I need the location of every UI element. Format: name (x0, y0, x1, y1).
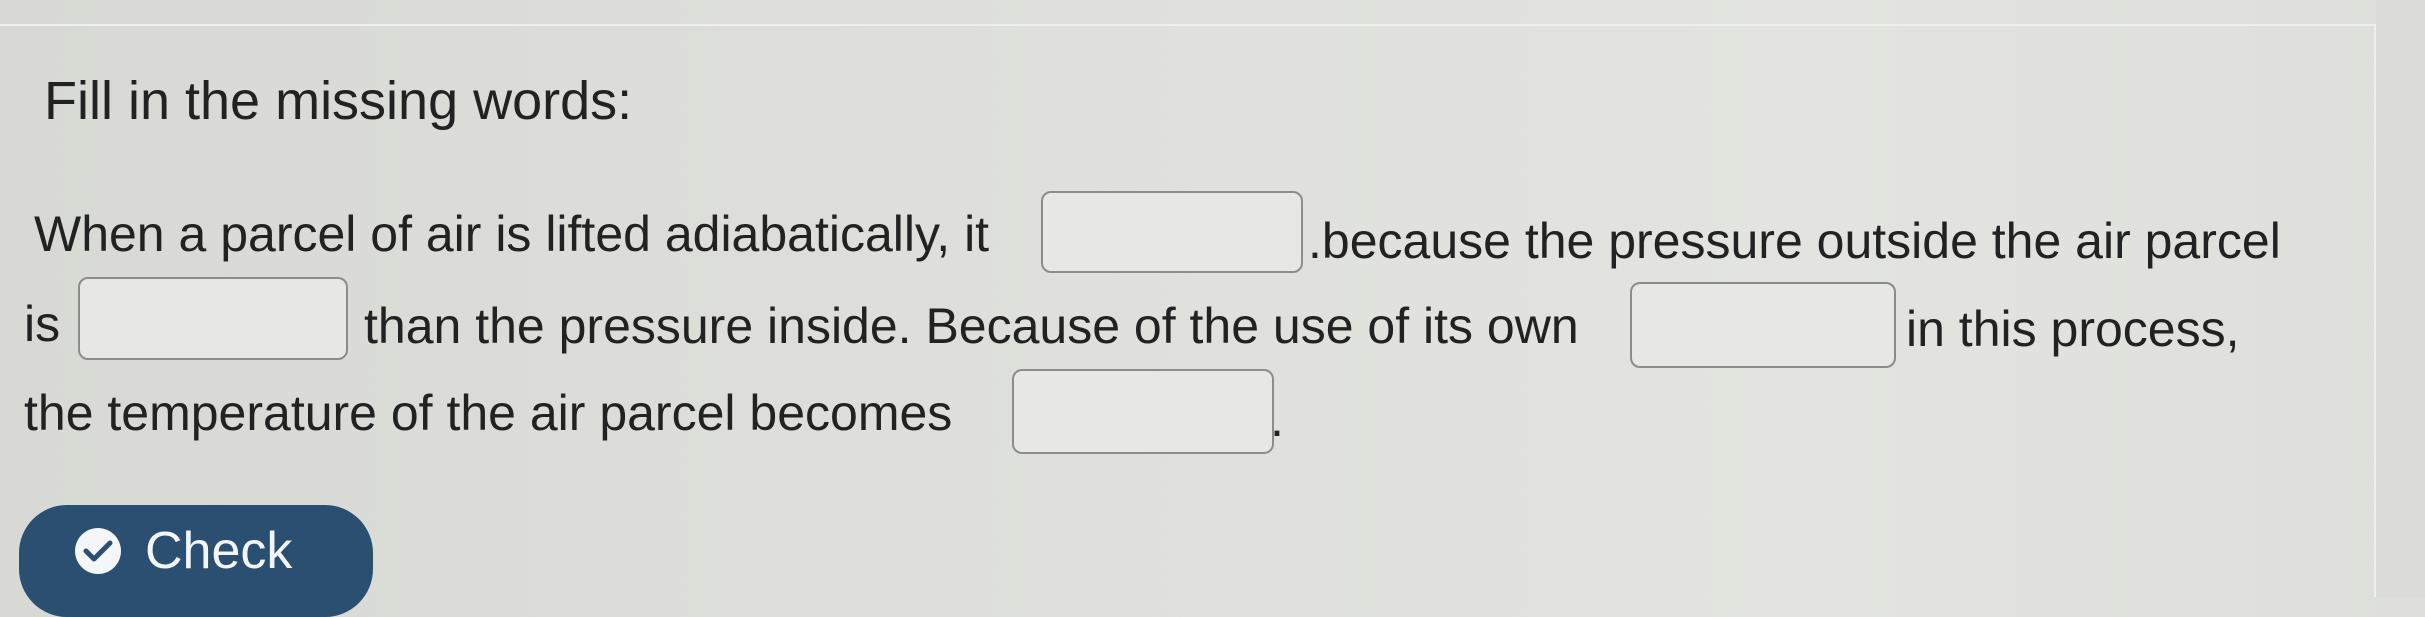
blank-3-input[interactable] (1630, 282, 1896, 368)
top-divider (0, 24, 2390, 26)
instruction-heading: Fill in the missing words: (44, 71, 633, 131)
check-circle-icon (75, 528, 121, 574)
sentence-part-3: is (24, 296, 61, 352)
sentence-part-1: When a parcel of air is lifted adiabatic… (34, 206, 990, 262)
sentence-part-4: than the pressure inside. Because of the… (364, 298, 1579, 354)
blank-1-input[interactable] (1041, 191, 1303, 273)
side-panel (2376, 0, 2425, 597)
sentence-part-7: . (1270, 391, 1284, 447)
blank-2-input[interactable] (78, 277, 348, 360)
check-button-label: Check (145, 522, 293, 580)
sentence-part-6: the temperature of the air parcel become… (24, 385, 953, 441)
check-button[interactable]: Check (19, 505, 373, 617)
blank-4-input[interactable] (1012, 369, 1274, 454)
sentence-part-2: .because the pressure outside the air pa… (1308, 213, 2281, 269)
sentence-part-5: in this process, (1906, 301, 2240, 357)
